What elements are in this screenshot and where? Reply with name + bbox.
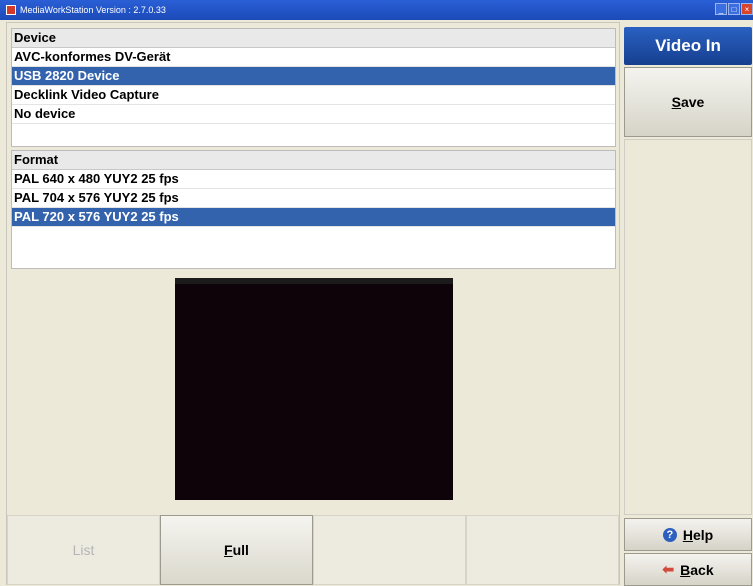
full-button[interactable]: Full: [160, 515, 313, 585]
close-icon[interactable]: ×: [741, 3, 753, 15]
panel-title: Video In: [624, 27, 752, 65]
window-title: MediaWorkStation Version : 2.7.0.33: [20, 5, 166, 15]
right-panel: Video In Save ? Help ⬅ Back: [623, 22, 753, 586]
help-icon: ?: [662, 527, 677, 542]
right-panel-filler: [624, 139, 752, 515]
format-list-header: Format: [12, 151, 615, 170]
back-button-label: ack: [690, 561, 714, 578]
list-button-label: List: [72, 542, 95, 558]
title-bar: MediaWorkStation Version : 2.7.0.33 _ □ …: [0, 0, 753, 20]
full-button-label: ull: [232, 542, 249, 558]
list-item[interactable]: PAL 720 x 576 YUY2 25 fps: [12, 208, 615, 227]
video-preview: [175, 278, 453, 500]
list-item[interactable]: PAL 640 x 480 YUY2 25 fps: [12, 170, 615, 189]
format-list[interactable]: Format PAL 640 x 480 YUY2 25 fps PAL 704…: [11, 150, 616, 269]
preview-top-strip: [175, 278, 453, 284]
empty-button-slot: [466, 515, 619, 585]
list-item[interactable]: AVC-konformes DV-Gerät: [12, 48, 615, 67]
list-item[interactable]: No device: [12, 105, 615, 124]
list-item[interactable]: PAL 704 x 576 YUY2 25 fps: [12, 189, 615, 208]
list-item[interactable]: Decklink Video Capture: [12, 86, 615, 105]
list-item[interactable]: USB 2820 Device: [12, 67, 615, 86]
maximize-icon[interactable]: □: [728, 3, 740, 15]
app-icon: [6, 5, 16, 15]
help-button-label: elp: [692, 526, 714, 543]
back-arrow-icon: ⬅: [662, 561, 675, 577]
device-list[interactable]: Device AVC-konformes DV-Gerät USB 2820 D…: [11, 28, 616, 147]
minimize-icon[interactable]: _: [715, 3, 727, 15]
empty-button-slot: [313, 515, 466, 585]
main-panel: Device AVC-konformes DV-Gerät USB 2820 D…: [6, 22, 620, 585]
help-button[interactable]: ? Help: [624, 518, 752, 551]
list-button[interactable]: List: [7, 515, 160, 585]
back-button-mnemonic: B: [680, 561, 691, 578]
save-button-label: ave: [680, 94, 705, 110]
full-button-mnemonic: F: [224, 542, 233, 558]
window-controls: _ □ ×: [714, 3, 753, 17]
back-button[interactable]: ⬅ Back: [624, 553, 752, 586]
help-button-mnemonic: H: [682, 526, 693, 543]
bottom-button-bar: List Full: [7, 515, 619, 585]
device-list-header: Device: [12, 29, 615, 48]
save-button[interactable]: Save: [624, 67, 752, 137]
save-button-mnemonic: S: [671, 94, 681, 110]
